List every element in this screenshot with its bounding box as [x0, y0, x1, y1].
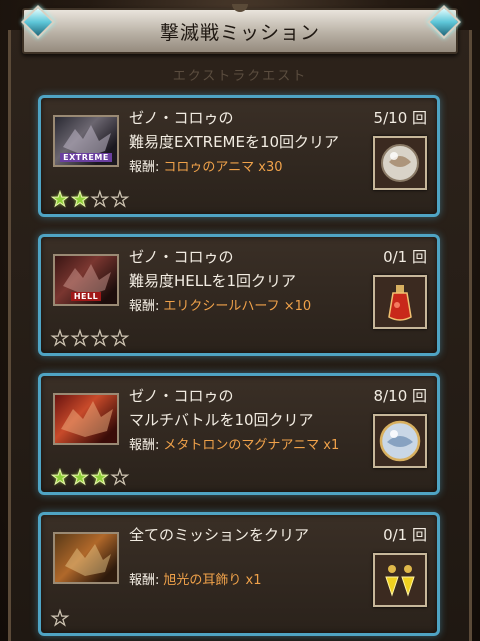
star-empty-icon: ★	[70, 326, 89, 350]
mission-title: ゼノ・コロゥの	[129, 387, 234, 405]
star-empty-icon: ★	[50, 326, 69, 350]
star-filled-icon: ★	[70, 465, 89, 489]
mission-card[interactable]: EXTREME ゼノ・コロゥの 難易度EXTREMEを10回クリア 報酬: コロゥ…	[38, 95, 440, 217]
reward-label: 報酬:	[129, 573, 160, 588]
thumbnail-label: EXTREME	[60, 153, 112, 162]
page-title: 撃滅戦ミッション	[159, 21, 320, 44]
star-filled-icon: ★	[51, 187, 70, 211]
star-filled-icon: ★	[70, 187, 89, 211]
reward-label: 報酬:	[129, 160, 160, 175]
mission-title: ゼノ・コロゥの	[129, 248, 234, 266]
title-ornament	[232, 4, 248, 12]
star-filled-icon: ★	[51, 465, 70, 489]
magna-anima-orb-icon[interactable]	[373, 414, 427, 468]
star-empty-icon: ★	[110, 187, 129, 211]
reward-value: 旭光の耳飾り x1	[163, 573, 262, 588]
reward-value: エリクシールハーフ ×10	[163, 299, 312, 314]
star-empty-icon: ★	[110, 465, 129, 489]
mission-title: 全てのミッションをクリア	[129, 526, 310, 544]
progress-count: 0/1 回	[383, 526, 427, 544]
quest-thumbnail	[53, 532, 119, 584]
quest-thumbnail: HELL	[53, 254, 119, 306]
star-rating: ★ ★ ★ ★	[51, 465, 130, 489]
elixir-potion-icon[interactable]	[373, 275, 427, 329]
mission-condition: マルチバトルを10回クリア	[129, 411, 314, 429]
boss-silhouette-icon	[61, 401, 113, 437]
quest-thumbnail: EXTREME	[53, 115, 119, 167]
star-empty-icon: ★	[110, 326, 129, 350]
mission-condition: 難易度HELLを1回クリア	[129, 272, 297, 290]
reward-row: 報酬: メタトロンのマグナアニマ x1	[129, 434, 339, 453]
title-bar: 撃滅戦ミッション	[22, 4, 458, 54]
star-filled-icon: ★	[90, 465, 109, 489]
background-label: エクストラクエスト	[172, 69, 308, 84]
mission-condition: 難易度EXTREMEを10回クリア	[129, 133, 340, 151]
star-empty-icon: ★	[50, 606, 69, 630]
boss-silhouette-icon	[65, 544, 111, 576]
star-rating: ★ ★ ★ ★	[51, 187, 130, 211]
reward-row: 報酬: コロゥのアニマ x30	[129, 156, 283, 175]
reward-label: 報酬:	[129, 299, 160, 314]
mission-title: ゼノ・コロゥの	[129, 109, 234, 127]
reward-value: コロゥのアニマ x30	[163, 160, 283, 175]
reward-value: メタトロンのマグナアニマ x1	[163, 438, 340, 453]
star-empty-icon: ★	[90, 326, 109, 350]
reward-label: 報酬:	[129, 438, 160, 453]
star-empty-icon: ★	[90, 187, 109, 211]
thumbnail-label: HELL	[70, 292, 102, 301]
reward-row: 報酬: エリクシールハーフ ×10	[129, 295, 311, 314]
mission-card[interactable]: HELL ゼノ・コロゥの 難易度HELLを1回クリア 報酬: エリクシールハーフ …	[38, 234, 440, 356]
mission-card[interactable]: ゼノ・コロゥの マルチバトルを10回クリア 報酬: メタトロンのマグナアニマ x1…	[38, 373, 440, 495]
progress-count: 5/10 回	[373, 109, 427, 127]
anima-orb-icon[interactable]	[373, 136, 427, 190]
mission-card[interactable]: 全てのミッションをクリア 報酬: 旭光の耳飾り x1 0/1 回 ★	[38, 512, 440, 636]
star-rating: ★	[50, 606, 69, 630]
reward-row: 報酬: 旭光の耳飾り x1	[129, 569, 262, 588]
earring-icon[interactable]	[373, 553, 427, 607]
progress-count: 0/1 回	[383, 248, 427, 266]
quest-thumbnail	[53, 393, 119, 445]
progress-count: 8/10 回	[373, 387, 427, 405]
star-rating: ★ ★ ★ ★	[50, 326, 129, 350]
